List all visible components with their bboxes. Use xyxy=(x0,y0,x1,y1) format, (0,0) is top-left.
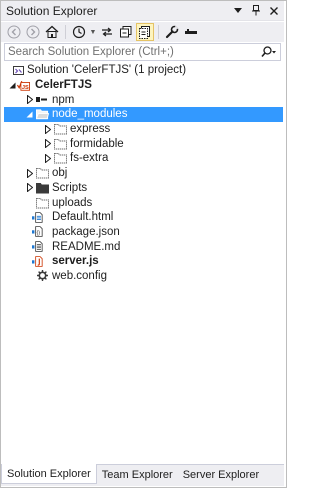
tree-item-npm[interactable]: npm xyxy=(4,92,283,107)
folder-open-icon xyxy=(36,108,49,121)
tree-item-label: fs-extra xyxy=(70,152,109,165)
tree-item-label: obj xyxy=(52,167,68,180)
history-dropdown[interactable]: ▼ xyxy=(89,23,97,41)
collapse-all-button[interactable] xyxy=(117,23,135,41)
pin-icon xyxy=(252,5,260,16)
folder-icon xyxy=(36,167,49,180)
show-all-files-icon xyxy=(139,26,150,39)
collapsed-arrow-icon[interactable] xyxy=(43,139,52,149)
config-file-icon xyxy=(36,269,49,282)
tree-item-web-config[interactable]: web.config xyxy=(4,269,283,284)
forward-button[interactable] xyxy=(24,23,42,41)
tree-item-label: npm xyxy=(52,93,75,106)
tree-item-label: README.md xyxy=(52,240,121,253)
toolbar: ▼ xyxy=(1,22,284,42)
tree-item-label: Scripts xyxy=(52,181,88,194)
toolbar-separator xyxy=(158,25,159,39)
wrench-icon xyxy=(165,25,179,39)
tree-item-label: CelerFTJS xyxy=(35,79,92,92)
folder-icon xyxy=(54,137,67,150)
tab-team-explorer[interactable]: Team Explorer xyxy=(97,465,178,484)
collapsed-arrow-icon[interactable] xyxy=(25,183,34,193)
tree-item-label: express xyxy=(70,123,111,136)
tree-item-obj[interactable]: obj xyxy=(4,166,283,181)
properties-button[interactable] xyxy=(163,23,181,41)
folder-icon xyxy=(36,196,49,209)
expanded-arrow-icon[interactable] xyxy=(8,81,17,90)
sync-button[interactable] xyxy=(98,23,116,41)
sync-history-button[interactable] xyxy=(70,23,88,41)
js-file-icon xyxy=(32,255,45,268)
solution-icon xyxy=(12,64,25,77)
markdown-file-icon xyxy=(32,240,45,253)
tree-item-label: Solution 'CelerFTJS' (1 project) xyxy=(27,64,187,77)
forward-icon xyxy=(26,25,40,39)
show-all-files-button[interactable] xyxy=(136,23,154,41)
tab-server-explorer[interactable]: Server Explorer xyxy=(178,465,264,484)
expanded-arrow-icon[interactable] xyxy=(25,110,34,119)
folder-filled-icon xyxy=(36,181,49,194)
collapsed-arrow-icon[interactable] xyxy=(43,153,52,163)
svg-text:JS: JS xyxy=(22,84,29,90)
tree-item-node-modules[interactable]: node_modules xyxy=(4,107,283,122)
close-icon xyxy=(270,6,278,15)
tree-item-server-js[interactable]: server.js xyxy=(4,254,283,269)
close-button[interactable] xyxy=(266,3,282,19)
search-input[interactable] xyxy=(8,46,258,58)
back-button[interactable] xyxy=(5,23,23,41)
tree-item-uploads[interactable]: uploads xyxy=(4,195,283,210)
tree-item-project[interactable]: JS CelerFTJS xyxy=(4,78,283,93)
collapsed-arrow-icon[interactable] xyxy=(43,124,52,134)
sync-icon xyxy=(102,27,112,37)
tree-item-readme[interactable]: README.md xyxy=(4,239,283,254)
collapsed-arrow-icon[interactable] xyxy=(25,95,34,105)
tree-item-label: package.json xyxy=(52,225,120,238)
tree-item-solution[interactable]: Solution 'CelerFTJS' (1 project) xyxy=(4,63,283,78)
explorer-tab-strip: Solution Explorer Team Explorer Server E… xyxy=(1,464,284,486)
back-icon xyxy=(7,25,21,39)
tree-item-fs-extra[interactable]: fs-extra xyxy=(4,151,283,166)
home-icon xyxy=(45,25,59,38)
search-icon xyxy=(261,46,276,58)
title-bar: Solution Explorer xyxy=(1,1,284,21)
search-button[interactable] xyxy=(258,44,280,60)
html-file-icon xyxy=(32,211,45,224)
panel-title: Solution Explorer xyxy=(6,3,98,18)
tree-item-label: Default.html xyxy=(52,211,114,224)
chevron-down-icon xyxy=(234,7,242,13)
home-button[interactable] xyxy=(43,23,61,41)
tree-item-formidable[interactable]: formidable xyxy=(4,136,283,151)
collapsed-arrow-icon[interactable] xyxy=(25,168,34,178)
tree-item-label: node_modules xyxy=(52,108,128,121)
tree-item-label: web.config xyxy=(52,269,107,282)
search-box[interactable] xyxy=(4,43,281,61)
preview-icon xyxy=(185,29,197,34)
solution-tree: Solution 'CelerFTJS' (1 project) JS Cele… xyxy=(4,63,283,283)
tab-solution-explorer[interactable]: Solution Explorer xyxy=(1,464,97,484)
auto-hide-button[interactable] xyxy=(248,3,264,19)
preview-selected-items-button[interactable] xyxy=(182,23,200,41)
nodejs-project-icon: JS xyxy=(17,79,30,92)
collapse-all-icon xyxy=(120,26,132,38)
tree-item-default-html[interactable]: Default.html xyxy=(4,210,283,225)
toolbar-separator xyxy=(65,25,66,39)
tree-item-label: uploads xyxy=(52,196,93,209)
tree-item-label: formidable xyxy=(70,137,124,150)
tree-item-scripts[interactable]: Scripts xyxy=(4,181,283,196)
history-icon xyxy=(72,25,86,39)
folder-icon xyxy=(54,123,67,136)
npm-icon xyxy=(35,93,48,106)
window-position-button[interactable] xyxy=(230,3,246,19)
tree-item-package-json[interactable]: {} package.json xyxy=(4,225,283,240)
json-file-icon: {} xyxy=(32,225,45,238)
tree-item-express[interactable]: express xyxy=(4,122,283,137)
folder-icon xyxy=(54,152,67,165)
svg-text:{}: {} xyxy=(37,231,41,237)
tree-item-label: server.js xyxy=(52,255,99,268)
